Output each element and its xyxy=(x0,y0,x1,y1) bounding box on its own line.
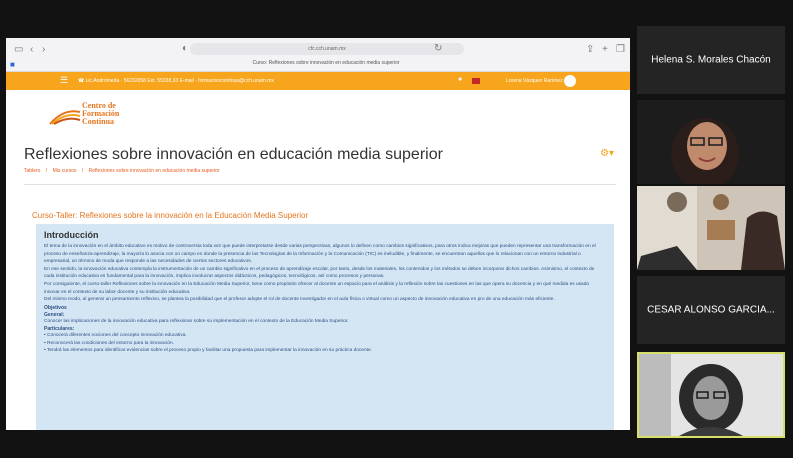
reload-icon[interactable]: ↻ xyxy=(434,43,442,54)
new-tab-icon[interactable]: + xyxy=(602,44,608,55)
paragraph: Del mismo modo, al generar un pensamient… xyxy=(44,297,555,303)
paragraph: En ese sentido, la innovación educativa … xyxy=(44,266,595,280)
participant-name: Helena S. Morales Chacón xyxy=(651,54,771,66)
particulares-list: Conocerá diferentes nociones del concept… xyxy=(44,332,606,354)
objetivos-label: Objetivos xyxy=(44,304,67,311)
share-icon[interactable]: ⇪ xyxy=(586,44,594,55)
participant-name: CESAR ALONSO GARCIA... xyxy=(647,304,775,316)
intro-heading: Introducción xyxy=(44,230,99,240)
participant-video[interactable] xyxy=(637,186,785,270)
meeting-window: ▭ ‹ › ◐ cfc.cch.unam.mx ↻ ⇪ + ❐ ■ Curso:… xyxy=(0,0,793,458)
logo-swoosh-icon xyxy=(49,110,81,125)
list-item: Reconocerá las condiciones del entorno p… xyxy=(44,340,606,347)
user-avatar[interactable] xyxy=(564,75,576,87)
tabs-overview-icon[interactable]: ❐ xyxy=(616,44,625,55)
address-bar[interactable]: cfc.cch.unam.mx xyxy=(190,43,464,55)
language-flag-icon[interactable] xyxy=(472,78,480,84)
list-item: Conocerá diferentes nociones del concept… xyxy=(44,332,606,339)
tab-title[interactable]: Curso: Reflexiones sobre innovación en e… xyxy=(206,60,446,66)
shared-screen: ▭ ‹ › ◐ cfc.cch.unam.mx ↻ ⇪ + ❐ ■ Curso:… xyxy=(6,38,630,430)
breadcrumb: Tablero / Mis cursos / Reflexiones sobre… xyxy=(24,168,220,174)
sidebar-icon[interactable]: ▭ xyxy=(14,44,23,55)
course-summary: Introducción El tema de la innovación en… xyxy=(36,224,614,430)
logo-text: Centro de Formación Continua xyxy=(82,101,120,126)
list-item: Tendrá las elementos para identificar ev… xyxy=(44,347,606,354)
participant-tile[interactable]: CESAR ALONSO GARCIA... xyxy=(637,276,785,344)
site-logo[interactable]: Centro de Formación Continua xyxy=(48,98,158,128)
divider xyxy=(24,184,616,185)
participant-tile[interactable]: Helena S. Morales Chacón xyxy=(637,26,785,94)
participant-photo xyxy=(637,186,785,270)
notification-bell-icon[interactable]: ● xyxy=(458,76,462,83)
paragraph: El tema de la innovación en el ámbito ed… xyxy=(44,244,596,265)
gear-icon[interactable]: ⚙▾ xyxy=(600,148,614,159)
browser-toolbar: ▭ ‹ › ◐ cfc.cch.unam.mx ↻ ⇪ + ❐ ■ Curso:… xyxy=(6,38,630,72)
tab-group-icon[interactable]: ■ xyxy=(10,60,15,69)
shield-icon[interactable]: ◐ xyxy=(182,43,188,54)
active-speaker-video[interactable] xyxy=(637,352,785,438)
back-icon[interactable]: ‹ xyxy=(30,44,33,55)
participant-photo xyxy=(639,354,783,436)
participant-video[interactable] xyxy=(637,100,785,184)
page-title: Reflexiones sobre innovación en educació… xyxy=(24,146,443,163)
site-top-bar: ☰ ☎ Lic.Andrómeda · 56232058 Ext. 55338,… xyxy=(6,72,630,90)
breadcrumb-course[interactable]: Reflexiones sobre innovación en educació… xyxy=(89,168,220,174)
section-title: Curso-Taller: Reflexiones sobre la innov… xyxy=(32,211,309,220)
user-name[interactable]: Lorena Vázquez Ramírez xyxy=(506,78,563,84)
participant-photo xyxy=(637,100,785,184)
contact-info: ☎ Lic.Andrómeda · 56232058 Ext. 55338,33… xyxy=(78,78,274,84)
general-text: Conocer las implicaciones de la innovaci… xyxy=(44,318,349,324)
breadcrumb-my-courses[interactable]: Mis cursos xyxy=(53,168,77,174)
hamburger-menu-icon[interactable]: ☰ xyxy=(60,76,68,85)
breadcrumb-home[interactable]: Tablero xyxy=(24,168,40,174)
forward-icon[interactable]: › xyxy=(42,44,45,55)
paragraph: Por consiguiente, el curso-taller Reflex… xyxy=(44,281,590,295)
